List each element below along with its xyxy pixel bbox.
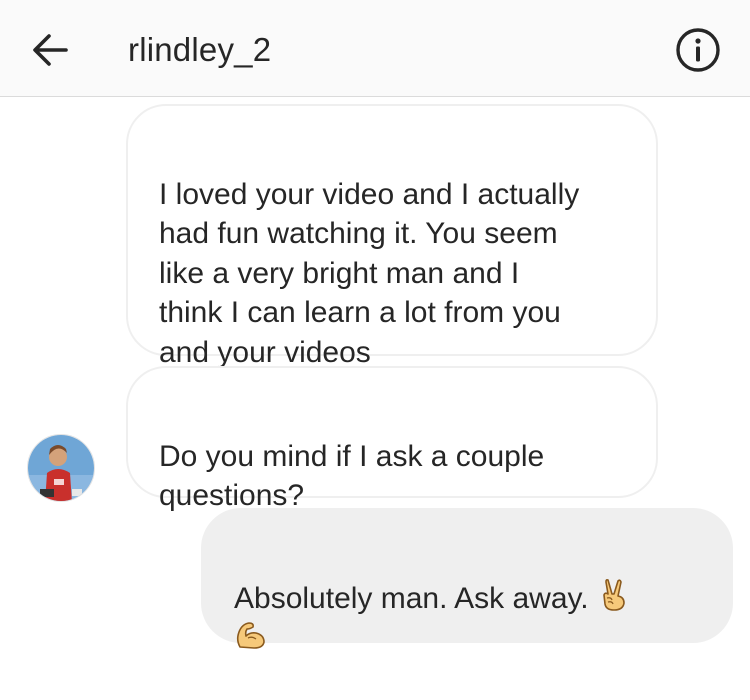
message-bubble-received[interactable]: I loved your video and I actually had fu…	[126, 104, 658, 369]
info-button[interactable]	[672, 24, 724, 76]
victory-hand-icon	[599, 578, 629, 623]
flexed-biceps-icon	[234, 620, 703, 661]
info-circle-icon	[676, 28, 720, 72]
avatar[interactable]	[27, 434, 95, 502]
arrow-left-icon	[33, 34, 68, 66]
back-button[interactable]	[26, 26, 74, 74]
message-bubble-sent[interactable]: Absolutely man. Ask away.	[201, 508, 733, 649]
profile-photo	[28, 435, 94, 501]
message-text: Absolutely man. Ask away.	[234, 581, 589, 615]
message-text: I loved your video and I actually had fu…	[159, 177, 580, 369]
message-text: Do you mind if I ask a couple questions?	[159, 439, 545, 513]
message-bubble-received[interactable]: Do you mind if I ask a couple questions?	[126, 366, 658, 512]
chat-header: rlindley_2	[0, 0, 750, 97]
chat-username[interactable]: rlindley_2	[128, 26, 271, 74]
